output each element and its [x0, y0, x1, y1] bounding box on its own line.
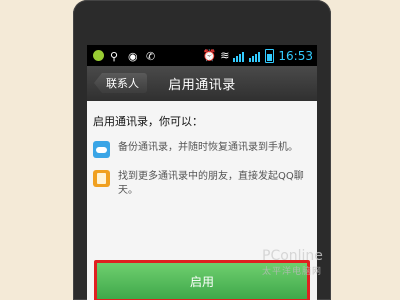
app-notification-icon — [93, 50, 104, 61]
cloud-backup-icon — [93, 141, 110, 158]
feature-item: 找到更多通讯录中的朋友，直接发起QQ聊天。 — [93, 170, 311, 198]
page-title: 启用通讯录 — [168, 78, 236, 93]
android-icon: ◉ — [128, 49, 138, 63]
nav-header: 联系人 启用通讯录 — [87, 66, 317, 101]
enable-button-label: 启用 — [189, 274, 214, 289]
feature-text: 备份通讯录，并随时恢复通讯录到手机。 — [118, 142, 298, 153]
battery-icon — [265, 48, 275, 63]
phone-icon: ✆ — [146, 49, 156, 63]
main-content: 启用通讯录，你可以： 备份通讯录，并随时恢复通讯录到手机。 找到更多通讯录中的朋… — [87, 101, 317, 198]
watermark-logo: PConline 太平洋电脑网 — [262, 248, 323, 277]
status-bar: ⚲ ◉ ✆ ⏰ ≋ 16:53 — [87, 45, 317, 66]
feature-item: 备份通讯录，并随时恢复通讯录到手机。 — [93, 141, 311, 158]
usb-icon: ⚲ — [110, 49, 119, 63]
back-button-label: 联系人 — [106, 77, 139, 90]
back-button[interactable]: 联系人 — [94, 73, 147, 93]
status-time: 16:53 — [278, 48, 313, 63]
feature-text: 找到更多通讯录中的朋友，直接发起QQ聊天。 — [118, 171, 304, 196]
wifi-icon: ≋ — [220, 49, 230, 62]
signal-icon — [233, 49, 245, 62]
address-book-icon — [93, 170, 110, 187]
watermark-brand: PConline — [262, 248, 323, 264]
alarm-icon: ⏰ — [202, 49, 217, 62]
watermark-sub: 太平洋电脑网 — [262, 267, 323, 277]
intro-text: 启用通讯录，你可以： — [93, 115, 203, 128]
signal-2-icon — [249, 49, 261, 62]
